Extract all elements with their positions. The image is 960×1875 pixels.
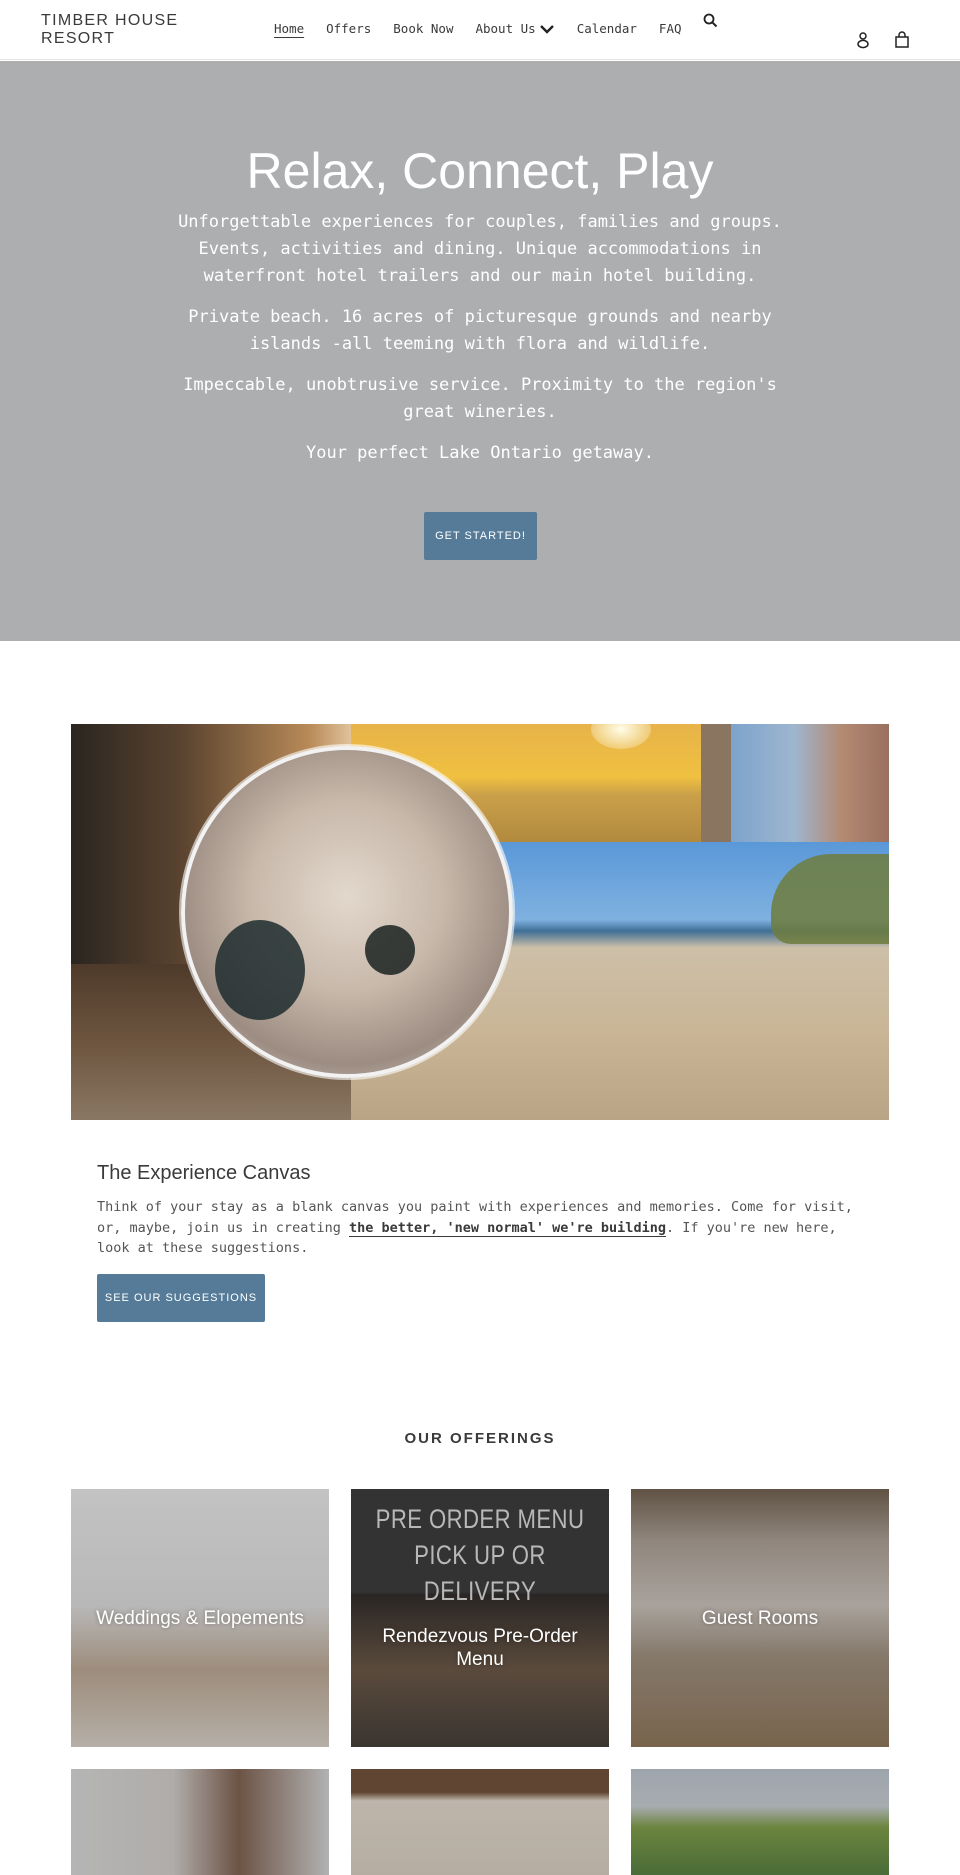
site-header: TIMBER HOUSE RESORT Home Offers Book Now… (0, 0, 960, 60)
search-icon[interactable] (702, 12, 720, 30)
nav-home[interactable]: Home (274, 21, 304, 36)
preorder-promo-text: PRE ORDER MENU PICK UP OR DELIVERY (374, 1501, 586, 1609)
main-nav: Home Offers Book Now About Us Calendar F… (274, 21, 704, 36)
tile-label: Weddings & Elopements (96, 1607, 304, 1629)
offering-tile-preorder-menu[interactable]: PRE ORDER MENU PICK UP OR DELIVERY Rende… (351, 1489, 609, 1747)
offering-tile-weddings[interactable]: Weddings & Elopements (71, 1489, 329, 1747)
offering-tile-couples[interactable] (71, 1769, 329, 1875)
offering-tile-hall[interactable] (351, 1769, 609, 1875)
nav-book-now[interactable]: Book Now (393, 21, 453, 36)
promo-line: PICK UP OR DELIVERY (414, 1540, 546, 1606)
tile-overlay (631, 1769, 889, 1875)
nav-calendar[interactable]: Calendar (577, 21, 637, 36)
tile-label: Guest Rooms (701, 1607, 819, 1629)
chevron-down-icon (539, 24, 554, 34)
hero-paragraph: Your perfect Lake Ontario getaway. (306, 443, 654, 463)
promo-line: PRE ORDER MENU (375, 1504, 585, 1534)
hero-paragraph: Private beach. 16 acres of picturesque g… (188, 307, 772, 354)
experience-collage-image (71, 724, 889, 1120)
nav-about-us-label: About Us (475, 21, 536, 36)
site-logo[interactable]: TIMBER HOUSE RESORT (41, 12, 201, 48)
see-suggestions-button[interactable]: SEE OUR SUGGESTIONS (97, 1274, 265, 1322)
tile-overlay (71, 1769, 329, 1875)
tile-label: Rendezvous Pre-Order Menu (382, 1626, 578, 1670)
nav-about-us[interactable]: About Us (475, 21, 554, 36)
collage-toast-circle (181, 746, 513, 1078)
new-normal-link[interactable]: the better, 'new normal' we're building (348, 1219, 666, 1237)
get-started-button[interactable]: GET STARTED! (424, 512, 537, 560)
offering-tile-guest-rooms[interactable]: Guest Rooms (631, 1489, 889, 1747)
offering-tile-grounds[interactable] (631, 1769, 889, 1875)
experience-title: The Experience Canvas (97, 1162, 311, 1184)
hero-paragraph: Impeccable, unobtrusive service. Proximi… (183, 375, 777, 422)
account-icon[interactable] (854, 31, 872, 49)
nav-offers[interactable]: Offers (326, 21, 371, 36)
offerings-title: OUR OFFERINGS (404, 1430, 556, 1447)
experience-text: Think of your stay as a blank canvas you… (97, 1197, 877, 1259)
collage-selfie-photo (731, 724, 889, 842)
tile-overlay (351, 1769, 609, 1875)
hero-description: Unforgettable experiences for couples, f… (165, 209, 795, 481)
cart-icon[interactable] (893, 31, 911, 49)
hero-paragraph: Unforgettable experiences for couples, f… (178, 212, 782, 286)
hero-title: Relax, Connect, Play (246, 143, 714, 199)
nav-faq[interactable]: FAQ (659, 21, 682, 36)
hero-banner: Relax, Connect, Play Unforgettable exper… (0, 61, 960, 641)
